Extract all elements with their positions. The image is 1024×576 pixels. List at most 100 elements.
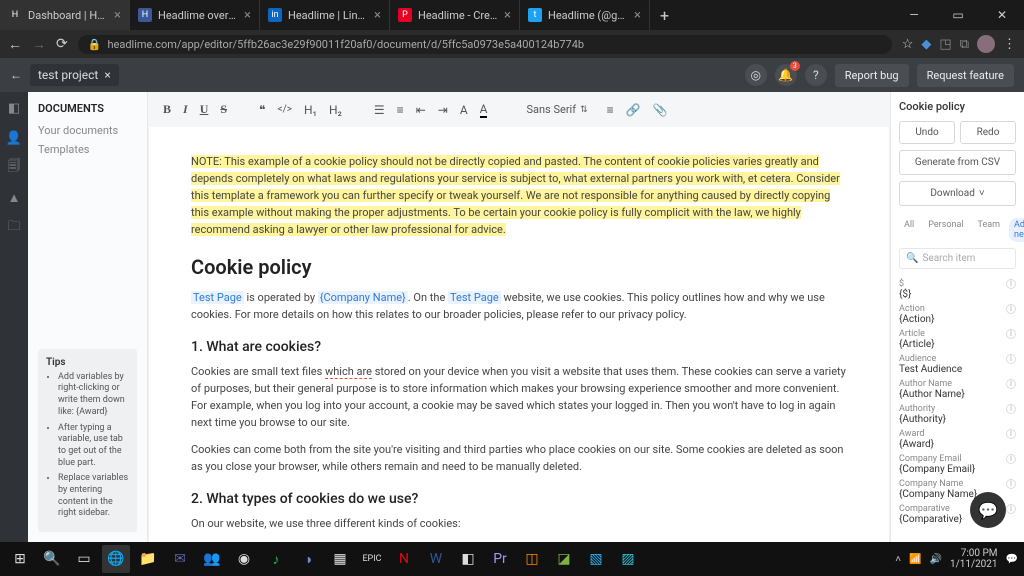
sidebar-item[interactable]: Templates <box>38 140 137 159</box>
text-color-button[interactable]: A <box>480 102 488 118</box>
app-icon-7[interactable]: ▨ <box>614 545 642 573</box>
info-icon[interactable]: i <box>1006 379 1016 389</box>
variable-item[interactable]: $i{$} <box>899 279 1016 300</box>
app-icon-6[interactable]: ▧ <box>582 545 610 573</box>
h1-button[interactable]: H₁ <box>304 103 317 117</box>
ordered-list-button[interactable]: ☰ <box>374 103 385 117</box>
sidebar-item[interactable]: Your documents <box>38 121 137 140</box>
minimize-button[interactable]: — <box>892 0 936 30</box>
help-icon[interactable]: ? <box>805 64 827 86</box>
close-tab-icon[interactable]: × <box>244 8 251 23</box>
browser-tab[interactable]: PHeadlime - Create headlines li× <box>390 0 520 30</box>
browser-tab[interactable]: HDashboard | Headlime× <box>0 0 130 30</box>
app-back-icon[interactable]: ← <box>10 68 22 82</box>
indent-decrease-button[interactable]: ⇤ <box>416 103 426 117</box>
chat-fab[interactable]: 💬 <box>970 492 1006 528</box>
ext-icon-2[interactable]: ◳ <box>939 37 951 52</box>
wifi-icon[interactable]: 📶 <box>909 554 921 565</box>
nav-forward-icon[interactable]: → <box>32 36 46 53</box>
variable-item[interactable]: Authorityi{Authority} <box>899 404 1016 425</box>
browser-tab[interactable]: tHeadlime (@getheadlime) / Tw× <box>520 0 650 30</box>
app-icon-5[interactable]: ◪ <box>550 545 578 573</box>
close-tab-icon[interactable]: × <box>504 8 511 23</box>
tray-up-icon[interactable]: ˄ <box>895 554 901 565</box>
clock[interactable]: 7:00 PM 1/11/2021 <box>950 548 998 570</box>
mail-icon[interactable]: ✉ <box>166 545 194 573</box>
steam-icon[interactable]: ◉ <box>230 545 258 573</box>
netflix-icon[interactable]: N <box>390 545 418 573</box>
search-input[interactable]: 🔍 Search item <box>899 248 1016 269</box>
profile-avatar[interactable] <box>977 35 995 53</box>
info-icon[interactable]: i <box>1006 404 1016 414</box>
search-button[interactable]: 🔍 <box>38 545 66 573</box>
filter-chip[interactable]: All <box>899 218 919 242</box>
app-icon-3[interactable]: ◧ <box>454 545 482 573</box>
variable-item[interactable]: AudienceiTest Audience <box>899 354 1016 375</box>
volume-icon[interactable]: 🔊 <box>930 554 942 565</box>
indent-increase-button[interactable]: ⇥ <box>438 103 448 117</box>
code-button[interactable]: </> <box>278 104 292 115</box>
variable-item[interactable]: Actioni{Action} <box>899 304 1016 325</box>
discord-icon[interactable]: ◑ <box>294 545 322 573</box>
close-window-button[interactable]: ✕ <box>980 0 1024 30</box>
bold-button[interactable]: B <box>163 102 171 117</box>
info-icon[interactable]: i <box>1006 504 1016 514</box>
chrome-icon[interactable]: 🌐 <box>102 545 130 573</box>
download-button[interactable]: Download ˅ <box>899 181 1016 206</box>
filter-chip[interactable]: Personal <box>923 218 968 242</box>
teams-icon[interactable]: 👥 <box>198 545 226 573</box>
generate-csv-button[interactable]: Generate from CSV <box>899 150 1016 175</box>
spotify-icon[interactable]: ♪ <box>262 545 290 573</box>
h2-button[interactable]: H₂ <box>329 103 342 117</box>
start-button[interactable]: ⊞ <box>6 545 34 573</box>
taskview-icon[interactable]: ▭ <box>70 545 98 573</box>
italic-button[interactable]: I <box>183 102 188 117</box>
variable-item[interactable]: Company Emaili{Company Email} <box>899 454 1016 475</box>
close-tab-icon[interactable]: × <box>634 8 641 23</box>
action-center-icon[interactable]: 💬 <box>1006 554 1018 565</box>
eye-icon[interactable]: ◎ <box>745 64 767 86</box>
project-tab[interactable]: test project × <box>30 64 119 86</box>
menu-icon[interactable]: ⋮ <box>1003 37 1016 52</box>
ext-icon-3[interactable]: ⧉ <box>960 37 969 52</box>
filter-chip[interactable]: Team <box>973 218 1006 242</box>
document[interactable]: NOTE: This example of a cookie policy sh… <box>149 127 889 542</box>
unordered-list-button[interactable]: ≡ <box>397 103 404 117</box>
font-select[interactable]: Sans Serif⇅ <box>519 100 594 119</box>
bell-icon[interactable]: 🔔3 <box>775 64 797 86</box>
new-tab-button[interactable]: + <box>650 6 679 25</box>
variable-item[interactable]: Awardi{Award} <box>899 429 1016 450</box>
strike-button[interactable]: S <box>220 102 227 117</box>
rail-icon[interactable]: 🗐 <box>6 160 22 176</box>
info-icon[interactable]: i <box>1006 329 1016 339</box>
browser-tab[interactable]: HHeadlime overview and review× <box>130 0 260 30</box>
underline-button[interactable]: U <box>200 102 209 117</box>
info-icon[interactable]: i <box>1006 279 1016 289</box>
rail-icon[interactable]: 👤 <box>6 130 22 146</box>
explorer-icon[interactable]: 📁 <box>134 545 162 573</box>
text-size-button[interactable]: A <box>460 103 468 117</box>
variable-item[interactable]: Articlei{Article} <box>899 329 1016 350</box>
rail-icon[interactable]: ▲ <box>6 190 22 206</box>
quote-button[interactable]: ❝ <box>259 103 265 117</box>
rail-icon[interactable]: 🗀 <box>6 220 22 236</box>
close-icon[interactable]: × <box>104 68 110 82</box>
rail-icon[interactable]: ◧ <box>6 100 22 116</box>
attach-button[interactable]: 📎 <box>653 103 668 117</box>
info-icon[interactable]: i <box>1006 429 1016 439</box>
info-icon[interactable]: i <box>1006 479 1016 489</box>
app-icon-4[interactable]: ◫ <box>518 545 546 573</box>
app-icon-2[interactable]: EPIC <box>358 545 386 573</box>
browser-tab[interactable]: inHeadlime | LinkedIn× <box>260 0 390 30</box>
variable-item[interactable]: Author Namei{Author Name} <box>899 379 1016 400</box>
app-icon-1[interactable]: ▦ <box>326 545 354 573</box>
link-button[interactable]: 🔗 <box>626 103 641 117</box>
reload-icon[interactable]: ⟳ <box>56 36 68 52</box>
info-icon[interactable]: i <box>1006 354 1016 364</box>
filter-chip[interactable]: Add new <box>1009 218 1024 242</box>
report-bug-button[interactable]: Report bug <box>835 64 909 87</box>
nav-back-icon[interactable]: ← <box>8 36 22 53</box>
info-icon[interactable]: i <box>1006 304 1016 314</box>
close-tab-icon[interactable]: × <box>374 8 381 23</box>
undo-button[interactable]: Undo <box>899 121 955 144</box>
